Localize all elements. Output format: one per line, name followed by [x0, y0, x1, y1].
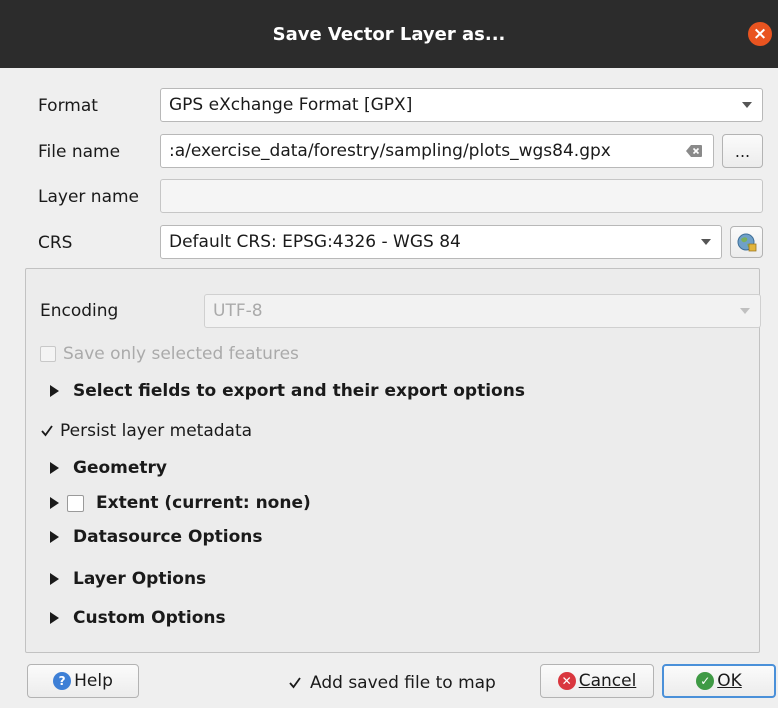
- help-icon: ?: [53, 672, 72, 690]
- extent-section[interactable]: Extent (current: none): [50, 493, 311, 513]
- expand-arrow-icon: [50, 612, 59, 624]
- layername-input[interactable]: [160, 179, 763, 213]
- ok-icon: ✓: [696, 672, 715, 690]
- filename-input[interactable]: :a/exercise_data/forestry/sampling/plots…: [160, 134, 714, 168]
- save-selected-label: Save only selected features: [63, 344, 299, 364]
- format-value: GPS eXchange Format [GPX]: [169, 95, 413, 115]
- save-selected-checkbox[interactable]: Save only selected features: [40, 344, 299, 364]
- format-label: Format: [38, 96, 98, 116]
- expand-arrow-icon: [50, 573, 59, 585]
- format-select[interactable]: GPS eXchange Format [GPX]: [160, 88, 763, 122]
- ok-button[interactable]: ✓ OK: [662, 664, 776, 698]
- ok-label: OK: [717, 671, 742, 691]
- add-to-map-checkbox[interactable]: Add saved file to map: [288, 673, 496, 693]
- browse-button[interactable]: ...: [722, 134, 763, 168]
- chevron-down-icon: [701, 239, 711, 245]
- expand-arrow-icon: [50, 385, 59, 397]
- layer-options-label: Layer Options: [73, 569, 207, 589]
- datasource-label: Datasource Options: [73, 527, 263, 547]
- persist-metadata-label: Persist layer metadata: [60, 421, 253, 441]
- extent-label: Extent (current: none): [96, 493, 311, 513]
- crs-selector-button[interactable]: [730, 226, 763, 258]
- encoding-value: UTF-8: [213, 301, 263, 321]
- help-label: Help: [74, 671, 113, 691]
- dialog-title: Save Vector Layer as...: [272, 23, 506, 45]
- crs-select[interactable]: Default CRS: EPSG:4326 - WGS 84: [160, 225, 722, 259]
- crs-value: Default CRS: EPSG:4326 - WGS 84: [169, 232, 461, 252]
- expand-arrow-icon: [50, 462, 59, 474]
- checkmark-icon: [40, 423, 54, 439]
- layer-options-section[interactable]: Layer Options: [50, 569, 206, 589]
- clear-icon[interactable]: [685, 144, 703, 158]
- help-button[interactable]: ? Help: [27, 664, 139, 698]
- title-bar: Save Vector Layer as... ×: [0, 0, 778, 68]
- expand-arrow-icon: [50, 531, 59, 543]
- custom-options-section[interactable]: Custom Options: [50, 608, 226, 628]
- datasource-section[interactable]: Datasource Options: [50, 527, 262, 547]
- globe-icon: [737, 233, 756, 252]
- encoding-label: Encoding: [40, 301, 119, 321]
- layername-label: Layer name: [38, 187, 140, 207]
- custom-options-label: Custom Options: [73, 608, 226, 628]
- crs-label: CRS: [38, 233, 73, 253]
- expand-arrow-icon: [50, 497, 59, 509]
- cancel-button[interactable]: ✕ Cancel: [540, 664, 654, 698]
- persist-metadata-checkbox[interactable]: Persist layer metadata: [40, 421, 252, 441]
- chevron-down-icon: [742, 102, 752, 108]
- cancel-icon: ✕: [557, 672, 576, 690]
- checkmark-icon: [288, 675, 302, 691]
- geometry-section[interactable]: Geometry: [50, 458, 167, 478]
- checkbox-box: [40, 346, 56, 362]
- cancel-label: Cancel: [578, 671, 637, 691]
- add-to-map-label: Add saved file to map: [310, 673, 496, 693]
- select-fields-section[interactable]: Select fields to export and their export…: [50, 381, 525, 401]
- close-icon[interactable]: ×: [748, 22, 772, 46]
- chevron-down-icon: [740, 308, 750, 314]
- encoding-select[interactable]: UTF-8: [204, 294, 761, 328]
- select-fields-label: Select fields to export and their export…: [73, 381, 525, 401]
- geometry-label: Geometry: [73, 458, 167, 478]
- extent-checkbox[interactable]: [67, 494, 84, 512]
- filename-label: File name: [38, 142, 121, 162]
- filename-value: :a/exercise_data/forestry/sampling/plots…: [169, 141, 611, 161]
